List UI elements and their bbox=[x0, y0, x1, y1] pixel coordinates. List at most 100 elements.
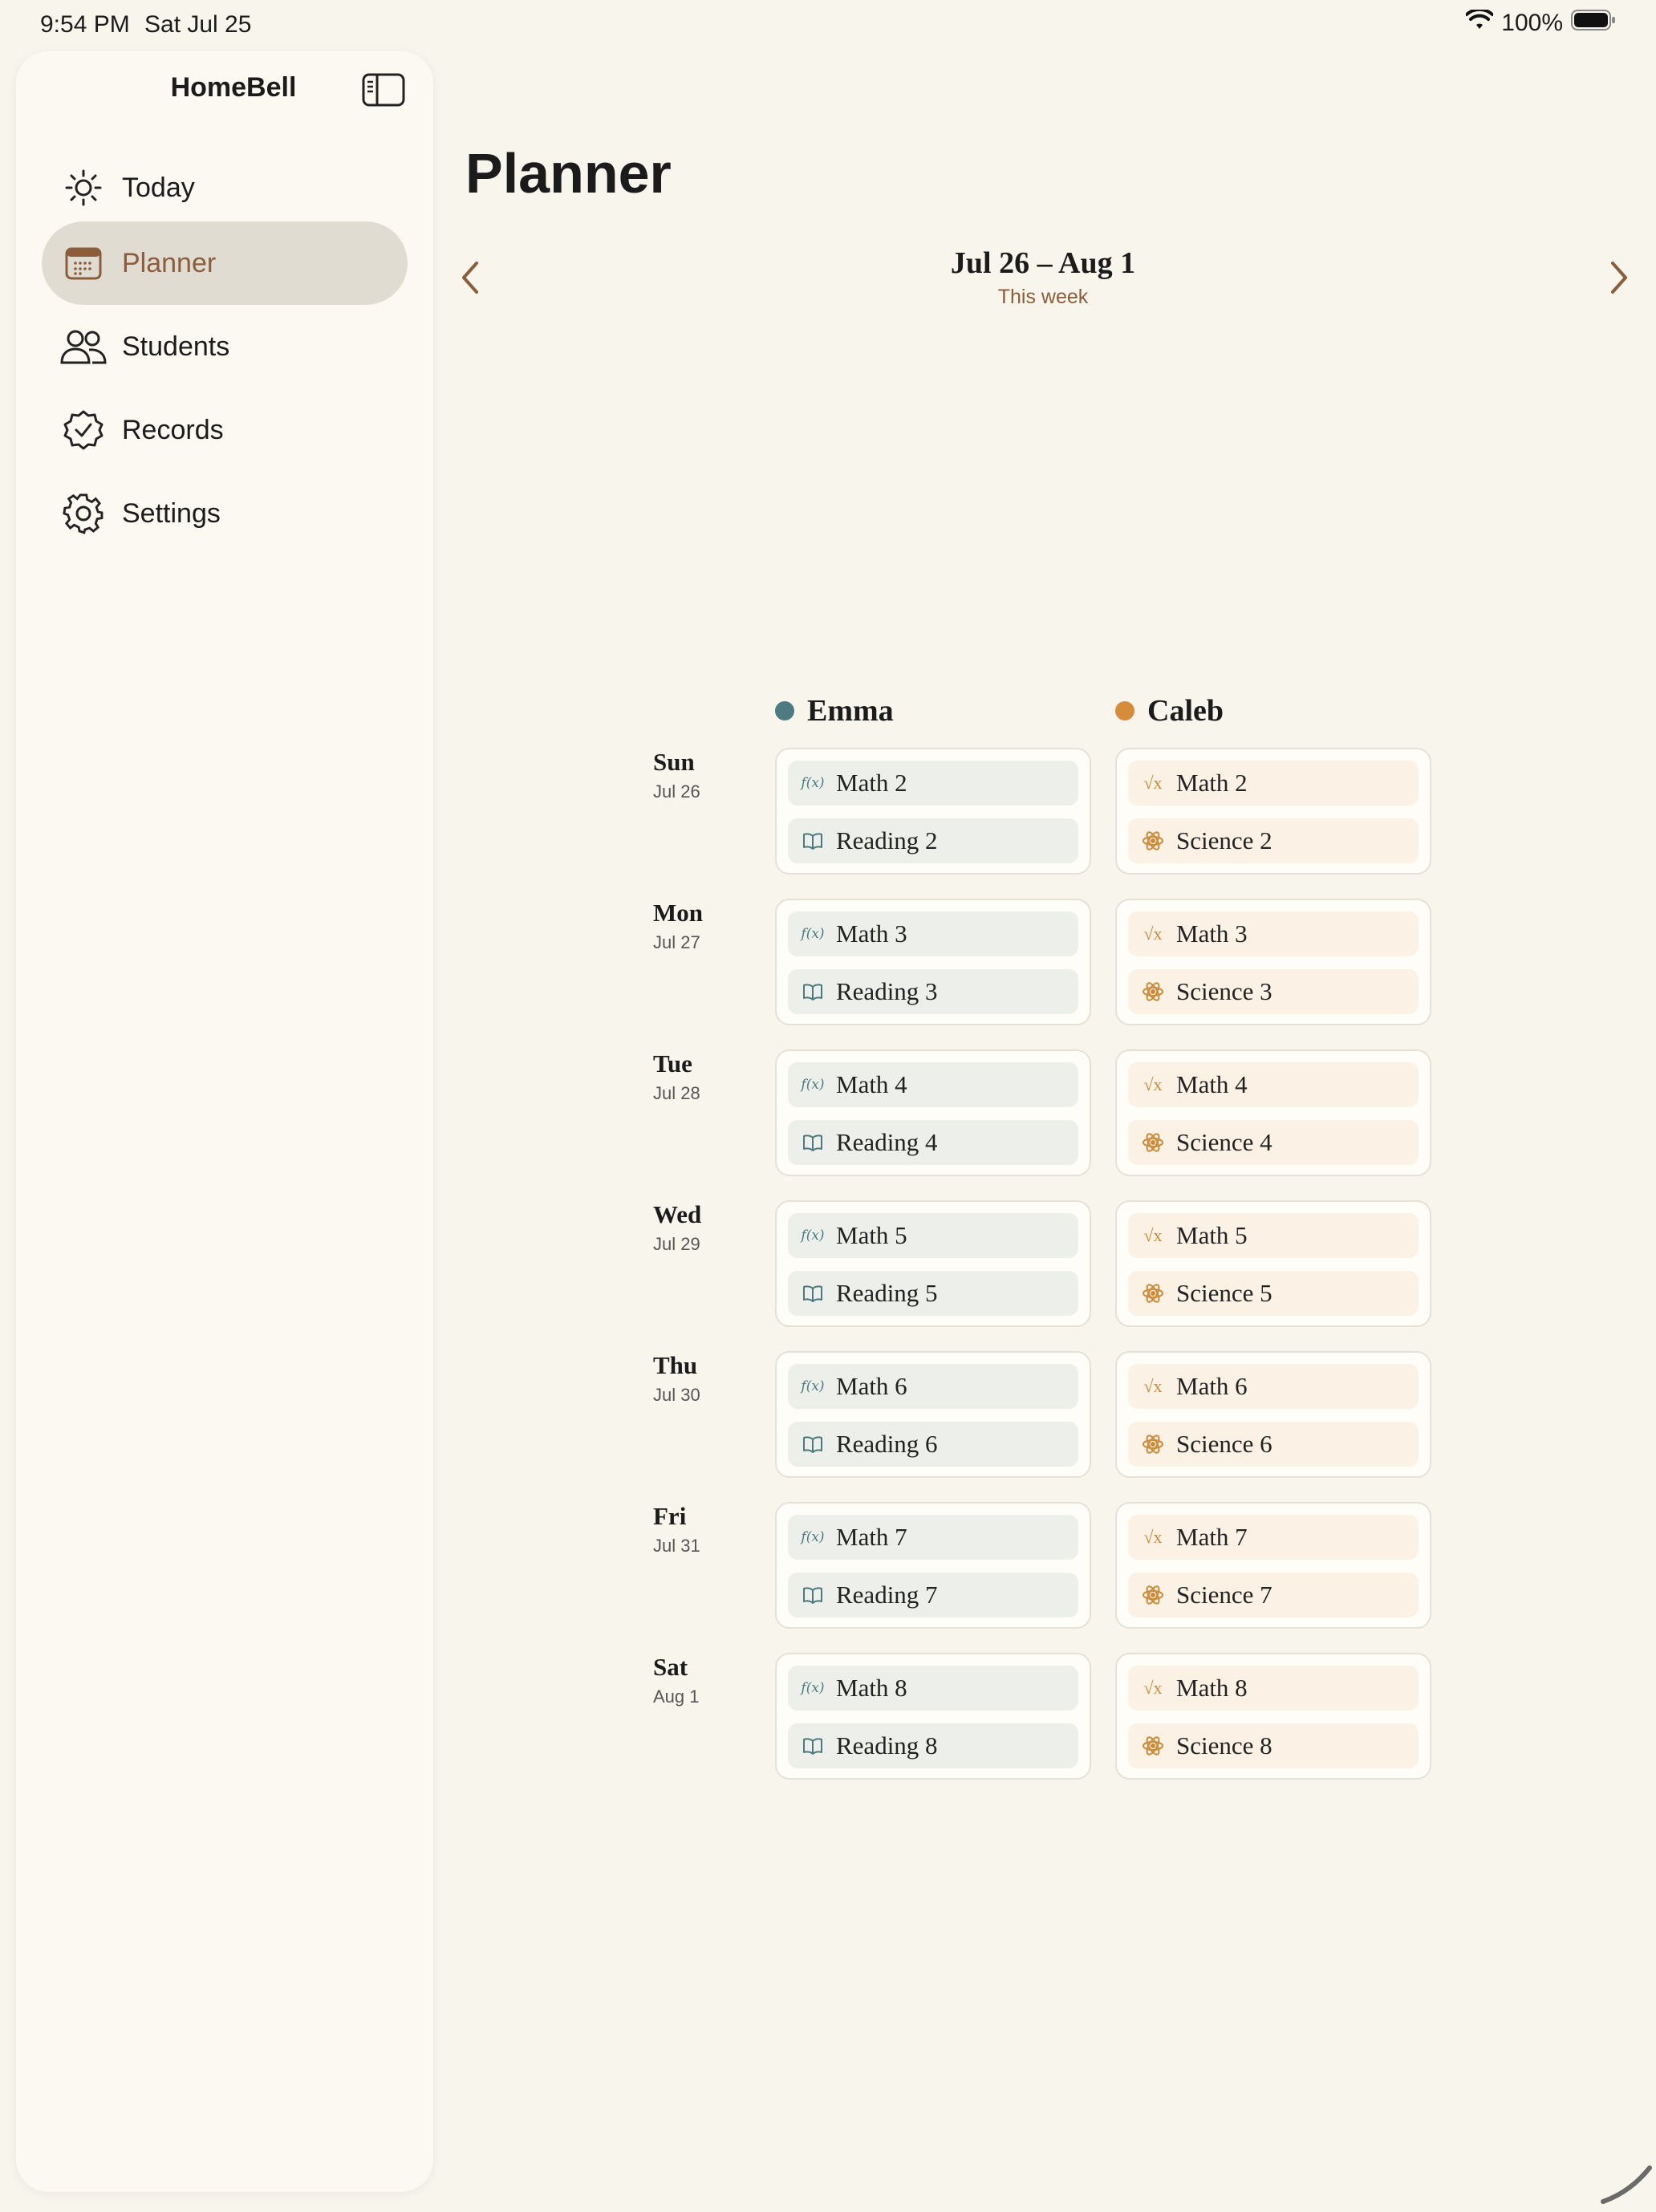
atom-icon bbox=[1141, 980, 1165, 1004]
lesson-title: Math 8 bbox=[836, 1674, 907, 1702]
lesson-item[interactable]: Reading 2 bbox=[788, 818, 1078, 863]
sidebar-item-label: Settings bbox=[122, 497, 221, 529]
lesson-title: Math 8 bbox=[1176, 1674, 1248, 1702]
student-color-dot bbox=[775, 701, 794, 720]
wifi-icon bbox=[1465, 7, 1495, 37]
lesson-item[interactable]: f(x) Math 3 bbox=[788, 911, 1078, 956]
atom-icon bbox=[1141, 1432, 1165, 1456]
lesson-title: Reading 7 bbox=[836, 1581, 938, 1609]
lesson-item[interactable]: √x Math 4 bbox=[1128, 1062, 1419, 1107]
lesson-title: Math 4 bbox=[1176, 1070, 1248, 1098]
checkmark-seal-icon bbox=[59, 406, 108, 454]
people-icon bbox=[59, 323, 108, 371]
emma-day-card-fri: f(x) Math 7 Reading 7 bbox=[775, 1502, 1091, 1629]
lesson-item[interactable]: √x Math 7 bbox=[1128, 1515, 1419, 1560]
status-right: 100% bbox=[1465, 7, 1616, 37]
sidebar-item-students[interactable]: Students bbox=[42, 305, 408, 388]
sidebar-item-records[interactable]: Records bbox=[42, 388, 408, 472]
status-bar: 9:54 PM Sat Jul 25 100% bbox=[0, 0, 1656, 51]
lesson-item[interactable]: Reading 5 bbox=[788, 1271, 1078, 1316]
lesson-item[interactable]: Reading 7 bbox=[788, 1573, 1078, 1617]
sidebar-toggle-button[interactable] bbox=[361, 72, 406, 108]
day-date: Jul 29 bbox=[653, 1234, 700, 1254]
lesson-item[interactable]: f(x) Math 2 bbox=[788, 761, 1078, 806]
lesson-item[interactable]: f(x) Math 4 bbox=[788, 1062, 1078, 1107]
square-root-icon: √x bbox=[1143, 1678, 1163, 1698]
sidebar-item-label: Students bbox=[122, 331, 230, 362]
lesson-item[interactable]: √x Math 3 bbox=[1128, 911, 1419, 956]
lesson-title: Reading 5 bbox=[836, 1279, 938, 1307]
calendar-icon bbox=[59, 239, 108, 287]
status-time: 9:54 PM bbox=[40, 11, 130, 38]
lesson-title: Science 6 bbox=[1176, 1430, 1272, 1458]
lesson-title: Math 2 bbox=[1176, 769, 1248, 797]
day-label-sun: Sun Jul 26 bbox=[653, 748, 700, 802]
caleb-day-card-sat: √x Math 8 Science 8 bbox=[1115, 1653, 1431, 1780]
lesson-title: Math 7 bbox=[1176, 1523, 1248, 1551]
function-icon: f(x) bbox=[801, 1228, 825, 1244]
lesson-title: Reading 4 bbox=[836, 1128, 938, 1156]
chevron-left-icon bbox=[462, 262, 478, 294]
lesson-item[interactable]: f(x) Math 6 bbox=[788, 1364, 1078, 1409]
sidebar-item-settings[interactable]: Settings bbox=[42, 472, 408, 555]
previous-week-button[interactable] bbox=[454, 257, 486, 298]
lesson-item[interactable]: Science 4 bbox=[1128, 1120, 1419, 1165]
book-icon bbox=[801, 1281, 825, 1305]
lesson-item[interactable]: Reading 6 bbox=[788, 1422, 1078, 1467]
lesson-item[interactable]: f(x) Math 5 bbox=[788, 1213, 1078, 1258]
lesson-item[interactable]: Science 6 bbox=[1128, 1422, 1419, 1467]
lesson-item[interactable]: Reading 3 bbox=[788, 969, 1078, 1014]
lesson-item[interactable]: Reading 4 bbox=[788, 1120, 1078, 1165]
lesson-item[interactable]: Science 2 bbox=[1128, 818, 1419, 863]
day-date: Jul 31 bbox=[653, 1536, 700, 1556]
day-date: Jul 30 bbox=[653, 1385, 700, 1405]
day-name: Wed bbox=[653, 1200, 702, 1228]
student-name: Emma bbox=[807, 694, 894, 728]
lesson-title: Reading 6 bbox=[836, 1430, 938, 1458]
day-name: Sun bbox=[653, 748, 695, 776]
lesson-item[interactable]: Science 8 bbox=[1128, 1723, 1419, 1768]
book-icon bbox=[801, 829, 825, 853]
day-date: Jul 26 bbox=[653, 781, 700, 802]
lesson-title: Science 5 bbox=[1176, 1279, 1272, 1307]
book-icon bbox=[801, 1130, 825, 1155]
lesson-item[interactable]: √x Math 2 bbox=[1128, 761, 1419, 806]
next-week-button[interactable] bbox=[1603, 257, 1635, 298]
emma-day-card-wed: f(x) Math 5 Reading 5 bbox=[775, 1200, 1091, 1327]
caleb-day-card-sun: √x Math 2 Science 2 bbox=[1115, 748, 1431, 875]
lesson-item[interactable]: Science 7 bbox=[1128, 1573, 1419, 1617]
lesson-item[interactable]: √x Math 5 bbox=[1128, 1213, 1419, 1258]
lesson-title: Math 7 bbox=[836, 1523, 907, 1551]
day-label-mon: Mon Jul 27 bbox=[653, 899, 703, 953]
caleb-day-card-wed: √x Math 5 Science 5 bbox=[1115, 1200, 1431, 1327]
lesson-item[interactable]: f(x) Math 8 bbox=[788, 1666, 1078, 1711]
sidebar-item-today[interactable]: Today bbox=[42, 146, 408, 229]
square-root-icon: √x bbox=[1143, 1074, 1163, 1094]
lesson-item[interactable]: √x Math 8 bbox=[1128, 1666, 1419, 1711]
function-icon: f(x) bbox=[801, 1529, 825, 1545]
lesson-title: Science 8 bbox=[1176, 1731, 1272, 1759]
battery-icon bbox=[1571, 10, 1616, 37]
lesson-title: Reading 3 bbox=[836, 977, 938, 1005]
book-icon bbox=[801, 1432, 825, 1456]
function-icon: f(x) bbox=[801, 1378, 825, 1394]
lesson-item[interactable]: Science 3 bbox=[1128, 969, 1419, 1014]
gear-icon bbox=[59, 489, 108, 538]
sidebar-icon bbox=[362, 73, 405, 107]
day-name: Mon bbox=[653, 899, 703, 927]
lesson-item[interactable]: Science 5 bbox=[1128, 1271, 1419, 1316]
lesson-title: Science 2 bbox=[1176, 826, 1272, 854]
lesson-item[interactable]: f(x) Math 7 bbox=[788, 1515, 1078, 1560]
lesson-item[interactable]: √x Math 6 bbox=[1128, 1364, 1419, 1409]
lesson-title: Science 4 bbox=[1176, 1128, 1272, 1156]
lesson-title: Math 6 bbox=[836, 1372, 907, 1400]
function-icon: f(x) bbox=[801, 926, 825, 942]
lesson-item[interactable]: Reading 8 bbox=[788, 1723, 1078, 1768]
caleb-day-card-mon: √x Math 3 Science 3 bbox=[1115, 899, 1431, 1025]
day-date: Jul 27 bbox=[653, 932, 700, 952]
caleb-day-card-thu: √x Math 6 Science 6 bbox=[1115, 1351, 1431, 1478]
atom-icon bbox=[1141, 829, 1165, 853]
week-range: Jul 26 – Aug 1 bbox=[950, 246, 1136, 280]
lesson-title: Reading 8 bbox=[836, 1731, 938, 1759]
sidebar-item-planner[interactable]: Planner bbox=[42, 221, 408, 305]
